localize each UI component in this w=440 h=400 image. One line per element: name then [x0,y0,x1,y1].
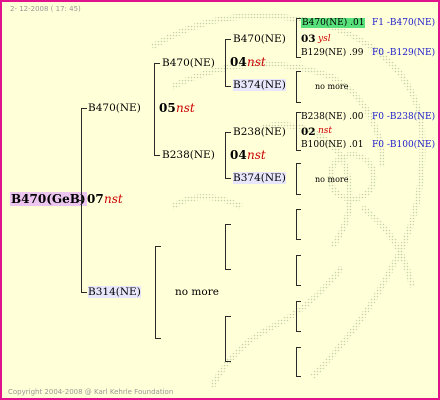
gen4-b-link[interactable]: F0 -B129(NE) [372,48,435,58]
gen4-d-link[interactable]: F0 -B238(NE) [372,112,435,122]
gen4-e-link[interactable]: F0 -B100(NE) [372,140,435,150]
ff-name[interactable]: B470(NE) [162,57,215,69]
gen4-a-note: ysl [318,34,331,44]
root-note: nst [104,192,123,206]
ff-year: 04 [230,55,247,69]
ff-note: nst [247,55,266,69]
pedigree-frame: 2- 12-2008 ( 17: 45) Copyright 2004-2008… [0,0,440,400]
fff-name[interactable]: B470(NE) [233,33,286,45]
gen4-d-label: B238(NE) [301,112,347,122]
timestamp: 2- 12-2008 ( 17: 45) [10,5,81,13]
gen4-a-name[interactable]: B470(NE) .01 [301,18,366,28]
father-year: 05 [159,101,176,115]
gen4-a-coef: .01 [350,18,365,28]
fmm-no-more: no more [315,175,349,184]
ffm-name[interactable]: B374(NE) [233,79,286,91]
gen4-b-name[interactable]: B129(NE) .99 [301,48,363,58]
mother-name[interactable]: B314(NE) [88,286,141,298]
fm-year: 04 [230,148,247,162]
father-name[interactable]: B470(NE) [88,102,141,114]
root-bee-name[interactable]: B470(GeB) [10,192,87,206]
copyright: Copyright 2004-2008 @ Karl Kehrle Founda… [8,388,174,396]
gen4-d-note: nst [318,126,333,136]
mother-no-more: no more [175,286,219,298]
fmm-name[interactable]: B374(NE) [233,172,286,184]
gen4-a-year: 03 [301,33,316,45]
gen4-a-label: B470(NE) [302,18,348,28]
fmf-name[interactable]: B238(NE) [233,126,286,138]
root-year: 07 [87,192,104,206]
gen4-e-name[interactable]: B100(NE) .01 [301,140,363,150]
fm-name[interactable]: B238(NE) [162,149,215,161]
gen4-d-coef: .00 [349,112,364,122]
gen4-b-coef: .99 [349,48,364,58]
gen4-d-name[interactable]: B238(NE) .00 [301,112,363,122]
gen4-a-link[interactable]: F1 -B470(NE) [372,18,435,28]
gen4-e-label: B100(NE) [301,140,347,150]
fm-note: nst [247,148,266,162]
father-note: nst [176,101,195,115]
gen4-d-year: 02 [301,126,316,138]
gen4-b-label: B129(NE) [301,48,347,58]
ffm-no-more: no more [315,82,349,91]
gen4-e-coef: .01 [349,140,364,150]
